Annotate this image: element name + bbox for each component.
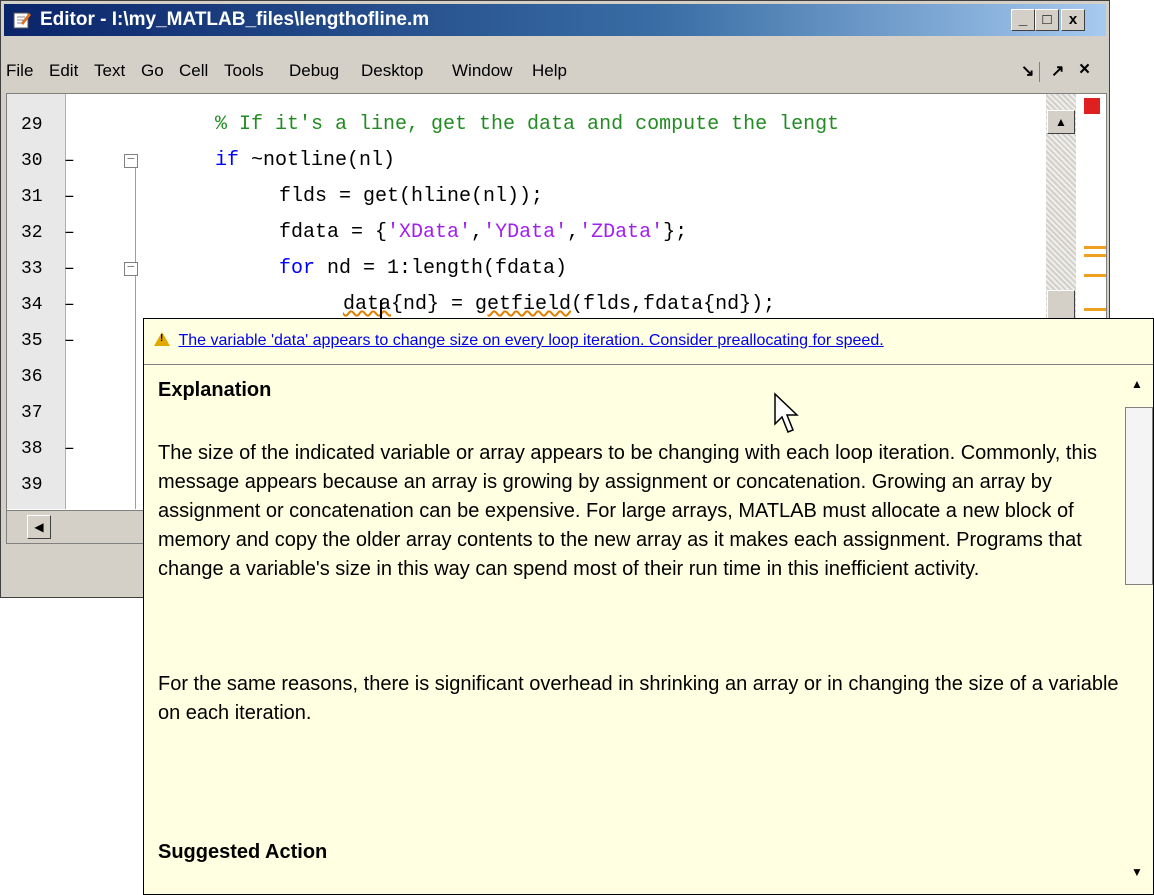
menu-help[interactable]: Help bbox=[532, 61, 567, 81]
line-number: 35 bbox=[21, 331, 43, 351]
line-number: 32 bbox=[21, 223, 43, 243]
breakpoint-dash[interactable]: – bbox=[64, 143, 75, 179]
maximize-button[interactable]: □ bbox=[1035, 9, 1059, 31]
line-number: 39 bbox=[21, 475, 43, 495]
mlint-warning-marker[interactable] bbox=[1084, 246, 1106, 249]
menu-file[interactable]: File bbox=[6, 61, 33, 81]
scroll-down-arrow-icon[interactable]: ▼ bbox=[1131, 865, 1143, 879]
code-line: 31 – flds = get(hline(nl)); bbox=[7, 179, 1047, 215]
fold-collapse-icon[interactable]: − bbox=[124, 153, 138, 168]
menu-separator bbox=[1039, 62, 1040, 82]
close-button[interactable]: x bbox=[1061, 9, 1085, 31]
close-document-icon[interactable]: × bbox=[1079, 59, 1090, 81]
dock-icon[interactable]: ↘ bbox=[1021, 61, 1034, 81]
minimize-button[interactable]: _ bbox=[1011, 9, 1035, 31]
code-line: 33 – − for nd = 1:length(fdata) bbox=[7, 251, 1047, 287]
mlint-explanation-popup: The variable 'data' appears to change si… bbox=[143, 318, 1154, 895]
divider bbox=[144, 364, 1153, 365]
message-row: The variable 'data' appears to change si… bbox=[154, 331, 884, 350]
code-line: 30 – − if ~notline(nl) bbox=[7, 143, 1047, 179]
suggested-action-heading: Suggested Action bbox=[158, 841, 328, 863]
menu-bar: File Edit Text Go Cell Tools Debug Deskt… bbox=[4, 57, 1106, 87]
code-comment: % If it's a line, get the data and compu… bbox=[215, 113, 840, 136]
menu-window[interactable]: Window bbox=[452, 61, 512, 81]
mlint-warning-marker[interactable] bbox=[1084, 254, 1106, 257]
breakpoint-dash[interactable]: – bbox=[64, 179, 75, 215]
menu-tools[interactable]: Tools bbox=[224, 61, 264, 81]
title-bar[interactable]: Editor - I:\my_MATLAB_files\lengthofline… bbox=[4, 4, 1106, 36]
explanation-paragraph: For the same reasons, there is significa… bbox=[158, 673, 1119, 724]
menu-cell[interactable]: Cell bbox=[179, 61, 208, 81]
breakpoint-dash[interactable]: – bbox=[64, 431, 75, 467]
line-number: 30 bbox=[21, 151, 43, 171]
code-text: if ~notline(nl) bbox=[215, 149, 396, 172]
menu-text[interactable]: Text bbox=[94, 61, 125, 81]
mouse-pointer-icon bbox=[774, 392, 799, 433]
line-number: 31 bbox=[21, 187, 43, 207]
explanation-paragraph: The size of the indicated variable or ar… bbox=[158, 442, 1098, 580]
code-line: 29 % If it's a line, get the data and co… bbox=[7, 107, 1047, 143]
popup-scroll-thumb[interactable] bbox=[1125, 407, 1153, 585]
line-number: 33 bbox=[21, 259, 43, 279]
line-number: 34 bbox=[21, 295, 43, 315]
code-text: fdata = {'XData','YData','ZData'}; bbox=[279, 221, 688, 244]
window-title: Editor - I:\my_MATLAB_files\lengthofline… bbox=[40, 9, 430, 30]
breakpoint-dash[interactable]: – bbox=[64, 287, 75, 323]
mlint-status-indicator[interactable] bbox=[1084, 98, 1100, 114]
warning-icon bbox=[154, 332, 170, 346]
code-text: flds = get(hline(nl)); bbox=[279, 185, 544, 208]
code-text: for nd = 1:length(fdata) bbox=[279, 257, 568, 280]
line-number: 29 bbox=[21, 115, 43, 135]
code-line: 32 – fdata = {'XData','YData','ZData'}; bbox=[7, 215, 1047, 251]
menu-edit[interactable]: Edit bbox=[49, 61, 78, 81]
fold-collapse-icon[interactable]: − bbox=[124, 261, 138, 276]
message-link[interactable]: The variable 'data' appears to change si… bbox=[178, 332, 883, 349]
scroll-up-arrow-icon[interactable]: ▲ bbox=[1131, 377, 1143, 391]
line-number: 38 bbox=[21, 439, 43, 459]
scroll-up-arrow-icon[interactable]: ▲ bbox=[1047, 110, 1075, 134]
mlint-warning-marker[interactable] bbox=[1084, 308, 1106, 311]
menu-desktop[interactable]: Desktop bbox=[361, 61, 423, 81]
undock-icon[interactable]: ↗ bbox=[1051, 61, 1064, 81]
vertical-scroll-thumb[interactable] bbox=[1047, 290, 1075, 320]
explanation-heading: Explanation bbox=[158, 379, 272, 401]
breakpoint-dash[interactable]: – bbox=[64, 251, 75, 287]
menu-debug[interactable]: Debug bbox=[289, 61, 339, 81]
scroll-left-arrow-icon[interactable]: ◀ bbox=[27, 515, 51, 539]
line-number: 37 bbox=[21, 403, 43, 423]
editor-app-icon bbox=[13, 12, 31, 29]
menu-go[interactable]: Go bbox=[141, 61, 164, 81]
mlint-warning-marker[interactable] bbox=[1084, 274, 1106, 277]
breakpoint-dash[interactable]: – bbox=[64, 215, 75, 251]
line-number: 36 bbox=[21, 367, 43, 387]
breakpoint-dash[interactable]: – bbox=[64, 323, 75, 359]
